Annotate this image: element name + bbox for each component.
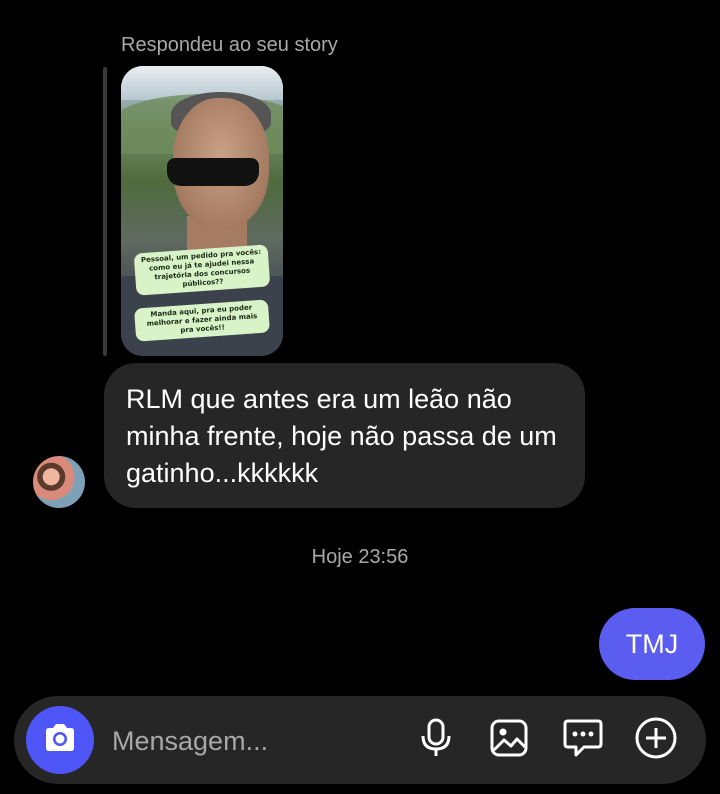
reply-indicator-line [103,67,107,356]
microphone-button[interactable] [412,716,460,764]
message-timestamp: Hoje 23:56 [311,546,409,568]
more-options-button[interactable] [632,716,680,764]
camera-button[interactable] [26,706,94,774]
story-sunglasses [167,158,259,186]
microphone-icon [419,718,453,763]
sender-avatar[interactable] [33,456,85,508]
reply-context-label: Respondeu ao seu story [121,34,338,56]
gallery-icon [489,718,529,763]
sticker-chat-icon [562,718,604,763]
plus-icon [634,716,678,765]
gallery-button[interactable] [485,716,533,764]
message-composer [14,696,706,784]
received-message-bubble[interactable]: RLM que antes era um leão não minha fren… [104,363,585,508]
sticker-chat-button[interactable] [559,716,607,764]
camera-icon [43,723,77,758]
message-input[interactable] [110,718,404,764]
sent-message-bubble[interactable]: TMJ [599,608,705,680]
story-thumbnail[interactable]: Pessoal, um pedido pra vocês: como eu já… [121,66,283,356]
